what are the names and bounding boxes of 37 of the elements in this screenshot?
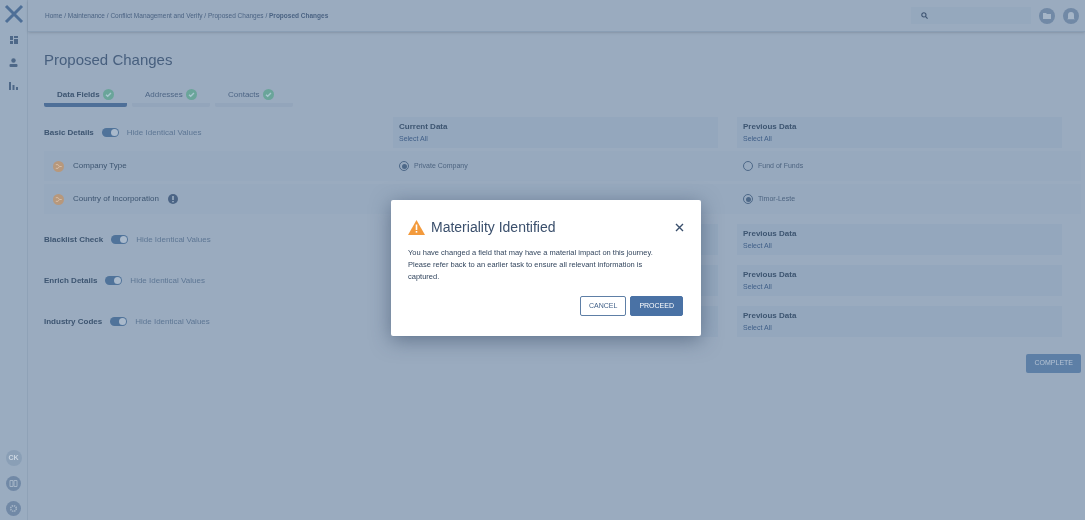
person-icon[interactable] <box>9 58 18 67</box>
folder-icon[interactable] <box>1039 7 1055 24</box>
toggle-switch[interactable] <box>105 276 123 285</box>
column-title: Previous Data <box>743 121 797 133</box>
toggle-switch[interactable] <box>111 235 129 244</box>
column-title: Current Data <box>399 121 448 133</box>
merge-icon <box>53 160 64 172</box>
check-icon <box>262 89 274 100</box>
column-title: Previous Data <box>743 310 797 322</box>
dashboard-icon[interactable] <box>9 36 18 44</box>
warning-icon <box>408 220 425 235</box>
section-title: Blacklist Check <box>44 233 104 246</box>
book-icon[interactable] <box>6 476 21 491</box>
dialog-title: Materiality Identified <box>431 218 556 237</box>
notification-bell-icon[interactable] <box>1063 7 1079 24</box>
check-icon <box>102 89 114 100</box>
settings-icon[interactable] <box>6 501 21 516</box>
section-title: Basic Details <box>44 126 94 139</box>
toggle-switch[interactable] <box>110 317 128 326</box>
merge-icon <box>53 193 64 205</box>
search-icon <box>921 12 928 19</box>
column-title: Previous Data <box>743 269 797 281</box>
bar-chart-icon[interactable] <box>9 81 18 90</box>
section-title: Industry Codes <box>44 315 103 328</box>
tab[interactable]: Contacts <box>215 86 293 107</box>
field-label: Company Type <box>73 160 127 172</box>
toggle-switch[interactable] <box>101 128 119 137</box>
field-label: Country of Incorporation <box>73 193 159 205</box>
search-field[interactable] <box>911 7 1031 24</box>
check-icon <box>185 89 197 100</box>
page-title: Proposed Changes <box>44 50 174 70</box>
close-icon[interactable] <box>675 223 684 232</box>
tab[interactable]: Addresses <box>132 86 210 107</box>
column-title: Previous Data <box>743 228 797 240</box>
section-title: Enrich Details <box>44 274 98 287</box>
tab[interactable]: Data Fields <box>44 86 127 107</box>
logo-icon[interactable] <box>3 4 24 24</box>
